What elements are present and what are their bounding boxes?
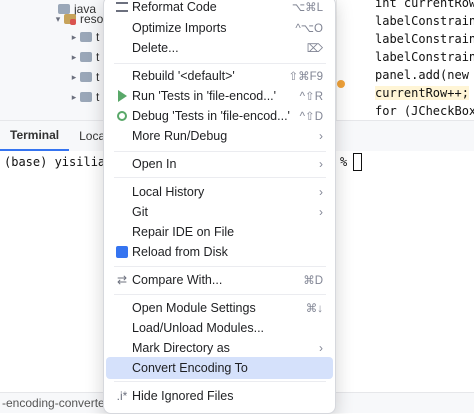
menu-item-open-in[interactable]: Open In › bbox=[106, 153, 333, 175]
menu-separator bbox=[114, 177, 326, 178]
chevron-right-icon: › bbox=[319, 157, 323, 171]
tab-terminal[interactable]: Terminal bbox=[0, 121, 70, 151]
code-line: int currentRow bbox=[375, 0, 474, 10]
menu-item-label: Convert Encoding To bbox=[132, 361, 248, 375]
menu-item-delete[interactable]: Delete... ⌦ bbox=[106, 37, 333, 59]
tree-row[interactable]: ▸ t bbox=[68, 88, 100, 106]
code-line: labelConstraints bbox=[375, 32, 474, 46]
menu-item-shortcut: ⌦ bbox=[306, 43, 323, 55]
chevron-down-icon[interactable]: ▾ bbox=[52, 14, 64, 25]
menu-item-local-history[interactable]: Local History › bbox=[106, 181, 333, 203]
menu-item-shortcut: ^⌥O bbox=[295, 23, 323, 35]
menu-separator bbox=[114, 294, 326, 295]
menu-item-git[interactable]: Git › bbox=[106, 201, 333, 223]
menu-item-label: Reload from Disk bbox=[132, 245, 228, 259]
hide-ignored-icon: .i* bbox=[116, 389, 128, 403]
menu-item-compare-with[interactable]: ⇄ Compare With... ⌘D bbox=[106, 269, 333, 291]
resources-folder-icon bbox=[64, 14, 76, 25]
menu-item-label: Hide Ignored Files bbox=[132, 389, 234, 403]
tree-row-label: t bbox=[96, 30, 100, 44]
menu-item-shortcut: ⌘D bbox=[303, 275, 323, 287]
chevron-right-icon: › bbox=[319, 205, 323, 219]
compare-icon: ⇄ bbox=[116, 273, 128, 287]
menu-item-shortcut: ⌘↓ bbox=[305, 303, 323, 315]
menu-item-label: Mark Directory as bbox=[132, 341, 230, 355]
code-editor[interactable]: int currentRow labelConstraints labelCon… bbox=[336, 0, 474, 120]
menu-item-convert-encoding-to[interactable]: Convert Encoding To bbox=[106, 357, 333, 379]
chevron-right-icon[interactable]: ▸ bbox=[68, 92, 80, 103]
context-menu: Reformat Code ⌥⌘L Optimize Imports ^⌥O D… bbox=[103, 0, 336, 414]
terminal-cursor bbox=[353, 153, 362, 171]
tree-row-label: t bbox=[96, 50, 100, 64]
code-line: panel.add(new JL bbox=[375, 68, 469, 82]
menu-item-label: Run 'Tests in 'file-encod...' bbox=[132, 89, 277, 103]
chevron-right-icon: › bbox=[319, 185, 323, 199]
menu-item-optimize-imports[interactable]: Optimize Imports ^⌥O bbox=[106, 17, 333, 39]
menu-item-run-tests[interactable]: Run 'Tests in 'file-encod...' ^⇧R bbox=[106, 85, 333, 107]
folder-icon bbox=[80, 92, 92, 102]
menu-item-label: Rebuild '<default>' bbox=[132, 69, 235, 83]
menu-item-rebuild[interactable]: Rebuild '<default>' ⇧⌘F9 bbox=[106, 65, 333, 87]
tree-row-label: reso bbox=[80, 12, 104, 26]
menu-item-shortcut: ^⇧D bbox=[299, 111, 323, 123]
menu-item-label: Repair IDE on File bbox=[132, 225, 235, 239]
menu-item-label: Optimize Imports bbox=[132, 21, 227, 35]
menu-item-label: Reformat Code bbox=[132, 0, 217, 14]
chevron-right-icon: › bbox=[319, 341, 323, 355]
chevron-right-icon: › bbox=[319, 129, 323, 143]
menu-item-shortcut: ^⇧R bbox=[299, 91, 323, 103]
menu-item-shortcut: ⇧⌘F9 bbox=[288, 71, 323, 83]
tree-row-label: t bbox=[96, 90, 100, 104]
tree-row[interactable]: ▸ t bbox=[68, 28, 100, 46]
menu-item-label: Delete... bbox=[132, 41, 179, 55]
code-line: labelConstraints bbox=[375, 50, 474, 64]
menu-item-load-unload-modules[interactable]: Load/Unload Modules... bbox=[106, 317, 333, 339]
project-tree: java ▾ reso ▸ t ▸ t ▸ t ▸ t bbox=[0, 0, 120, 120]
menu-item-open-module-settings[interactable]: Open Module Settings ⌘↓ bbox=[106, 297, 333, 319]
code-line: currentRow++; bbox=[375, 86, 469, 100]
tree-row[interactable]: ▾ reso bbox=[52, 10, 104, 28]
menu-item-shortcut: ⌥⌘L bbox=[291, 2, 323, 14]
menu-item-label: Compare With... bbox=[132, 273, 223, 287]
menu-item-more-run-debug[interactable]: More Run/Debug › bbox=[106, 125, 333, 147]
menu-item-reload-from-disk[interactable]: Reload from Disk bbox=[106, 241, 333, 263]
menu-separator bbox=[114, 63, 326, 64]
code-line: for (JCheckBox c bbox=[375, 104, 474, 118]
debug-icon bbox=[112, 111, 132, 121]
reload-icon bbox=[112, 246, 132, 258]
folder-icon bbox=[80, 52, 92, 62]
menu-item-mark-directory-as[interactable]: Mark Directory as › bbox=[106, 337, 333, 359]
status-path[interactable]: -encoding-converter bbox=[0, 396, 109, 410]
tree-row[interactable]: ▸ t bbox=[68, 68, 100, 86]
run-icon bbox=[112, 90, 132, 102]
menu-item-label: Open In bbox=[132, 157, 177, 171]
menu-item-label: Debug 'Tests in 'file-encod...' bbox=[132, 109, 290, 123]
menu-item-label: Load/Unload Modules... bbox=[132, 321, 265, 335]
folder-icon bbox=[80, 72, 92, 82]
terminal-prompt-end: % bbox=[340, 155, 348, 169]
menu-separator bbox=[114, 151, 326, 152]
menu-item-reformat-code[interactable]: Reformat Code ⌥⌘L bbox=[106, 0, 333, 18]
tree-row-label: t bbox=[96, 70, 100, 84]
folder-icon bbox=[80, 32, 92, 42]
chevron-right-icon[interactable]: ▸ bbox=[68, 32, 80, 43]
menu-separator bbox=[114, 381, 326, 382]
menu-item-hide-ignored-files[interactable]: .i* Hide Ignored Files bbox=[106, 385, 333, 407]
chevron-right-icon[interactable]: ▸ bbox=[68, 72, 80, 83]
menu-item-debug-tests[interactable]: Debug 'Tests in 'file-encod...' ^⇧D bbox=[106, 105, 333, 127]
code-line: labelConstraints bbox=[375, 14, 474, 28]
reformat-code-icon bbox=[112, 2, 132, 12]
bulb-icon[interactable] bbox=[337, 80, 345, 88]
menu-item-label: Open Module Settings bbox=[132, 301, 256, 315]
menu-item-repair-ide[interactable]: Repair IDE on File bbox=[106, 221, 333, 243]
menu-item-label: Local History bbox=[132, 185, 205, 199]
menu-item-label: More Run/Debug bbox=[132, 129, 228, 143]
menu-separator bbox=[114, 266, 326, 267]
chevron-right-icon[interactable]: ▸ bbox=[68, 52, 80, 63]
tree-row[interactable]: ▸ t bbox=[68, 48, 100, 66]
menu-item-label: Git bbox=[132, 205, 148, 219]
